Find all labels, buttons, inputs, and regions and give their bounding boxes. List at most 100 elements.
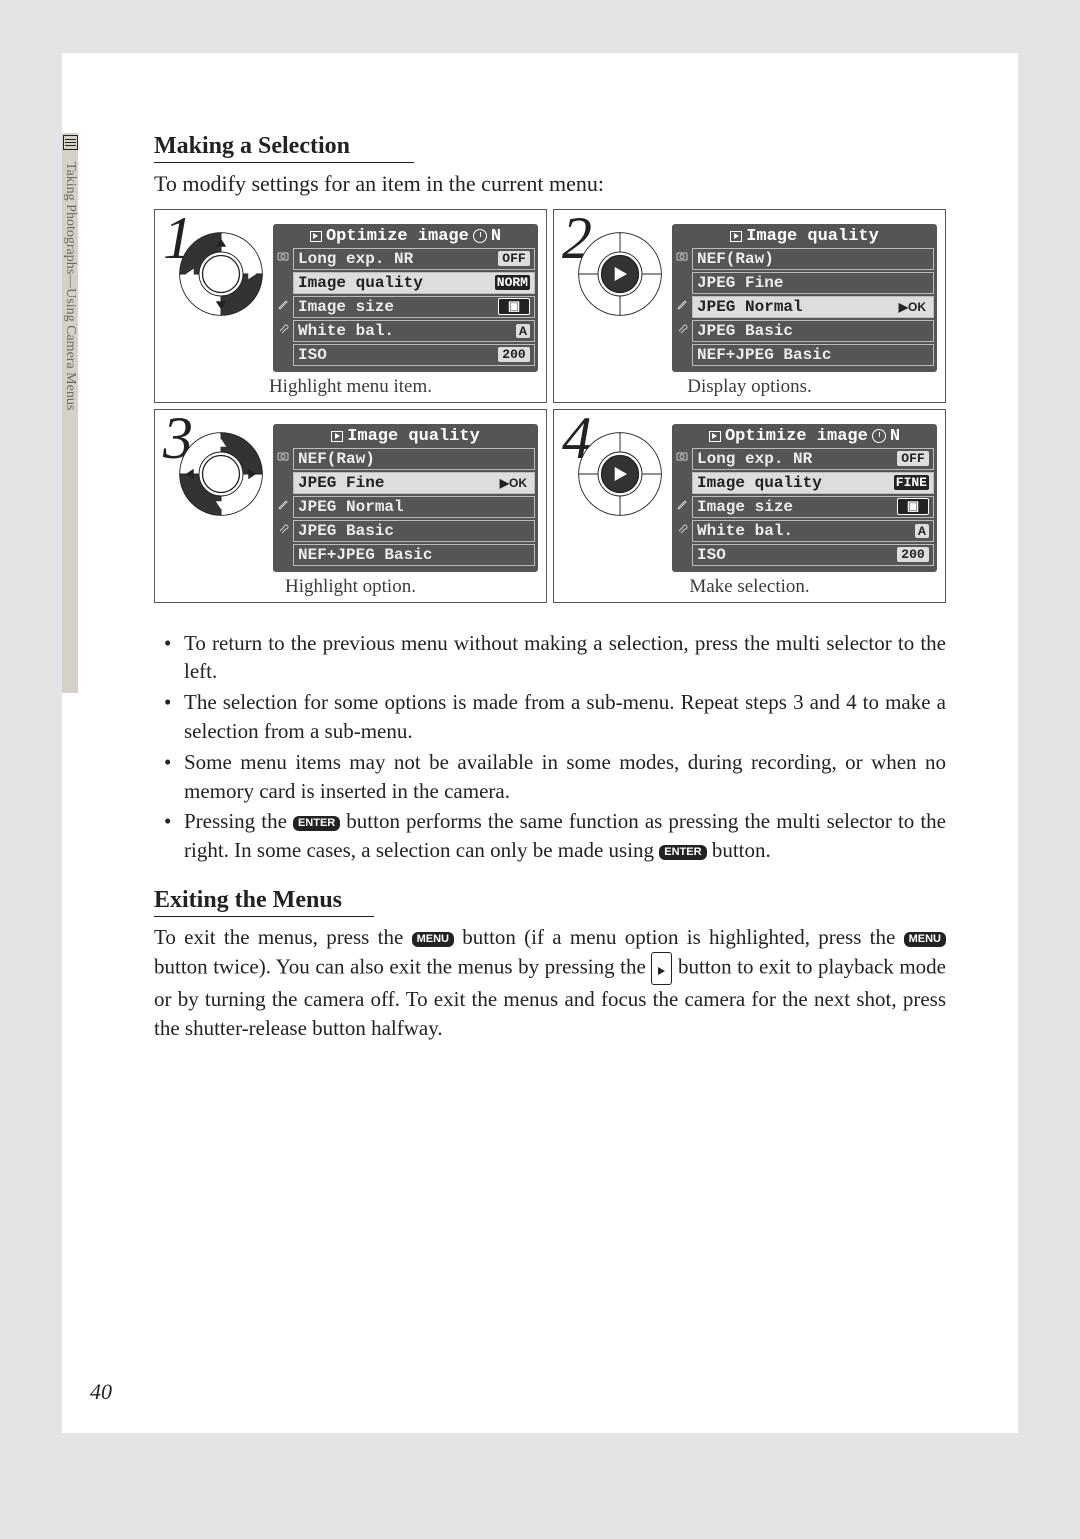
menu-item-label: Image qualityNORM [293,272,535,294]
menu-item-label: Image qualityFINE [692,472,934,494]
step-caption: Display options. [562,376,937,398]
timer-icon [473,229,487,243]
playback-button-icon [651,952,672,985]
exit-paragraph: To exit the menus, press the MENU button… [154,923,946,1043]
note-item: The selection for some options is made f… [154,688,946,746]
value-badge: 200 [498,347,530,362]
menu-button-icon: MENU [904,932,946,947]
blank-icon [276,544,290,561]
note-item: Some menu items may not be available in … [154,748,946,806]
menu-row: JPEG Basic [675,320,934,342]
note-item: Pressing the ENTER button performs the s… [154,807,946,865]
playback-icon [310,231,322,242]
menu-item-label: NEF(Raw) [293,448,535,470]
timer-icon [872,429,886,443]
step-3: 3 Image quality NEF(Raw) [154,409,547,603]
menu-item-label: NEF+JPEG Basic [692,344,934,366]
menu-item-label: NEF+JPEG Basic [293,544,535,566]
lcd-title: Optimize imageN [276,227,535,246]
menu-item-label: JPEG Normal▶OK [692,296,934,318]
blank-icon [675,544,689,561]
camera-icon [675,248,689,265]
playback-icon [331,431,343,442]
menu-row: JPEG Normal [276,496,535,518]
lcd-title: Image quality [675,227,934,246]
wrench-icon [276,320,290,337]
menu-row: JPEG Normal▶OK [675,296,934,318]
menu-item-label: JPEG Fine [692,272,934,294]
pencil-icon [675,296,689,313]
lcd-title: Optimize imageN [675,427,934,446]
menu-row: Image size▣ [675,496,934,518]
blank-icon [276,344,290,361]
value-badge: ▣ [498,298,530,315]
wrench-icon [675,320,689,337]
menu-row: White bal.A [675,520,934,542]
lcd-screen: Image quality NEF(Raw) JPEG Fine▶OK JPEG… [273,424,538,572]
blank-icon [675,344,689,361]
menu-item-label: ISO200 [692,544,934,566]
heading-rule [154,162,414,163]
lcd-screen: Optimize imageN Long exp. NROFF Image qu… [672,424,937,572]
pencil-icon [276,496,290,513]
menu-item-label: White bal.A [293,320,535,342]
menu-row: ISO200 [675,544,934,566]
pencil-icon [276,296,290,313]
menu-row: JPEG Fine▶OK [276,472,535,494]
blank-icon [276,472,290,489]
lcd-title: Image quality [276,427,535,446]
camera-icon [675,448,689,465]
menu-row: NEF(Raw) [675,248,934,270]
multi-selector-icon [576,230,664,318]
step-caption: Make selection. [562,576,937,598]
blank-icon [276,272,290,289]
note-item: To return to the previous menu without m… [154,629,946,687]
playback-icon [709,431,721,442]
value-badge: NORM [495,275,530,290]
menu-row: ISO200 [276,344,535,366]
wrench-icon [675,520,689,537]
menu-row: JPEG Fine [675,272,934,294]
menu-item-label: JPEG Basic [692,320,934,342]
menu-row: NEF+JPEG Basic [276,544,535,566]
camera-icon [276,448,290,465]
menu-item-label: ISO200 [293,344,535,366]
step-4: 4 Optimize imageN Long exp. NROFF [553,409,946,603]
heading-rule [154,916,374,917]
blank-icon [675,272,689,289]
ok-indicator: ▶OK [497,476,530,490]
menu-row: Image size▣ [276,296,535,318]
menu-row: NEF+JPEG Basic [675,344,934,366]
step-caption: Highlight option. [163,576,538,598]
step-caption: Highlight menu item. [163,376,538,398]
menu-row: NEF(Raw) [276,448,535,470]
value-badge: A [516,324,530,338]
camera-icon [276,248,290,265]
lcd-screen: Optimize imageN Long exp. NROFF Image qu… [273,224,538,372]
lcd-screen: Image quality NEF(Raw) JPEG Fine JPEG No… [672,224,937,372]
ok-indicator: ▶OK [896,300,929,314]
menu-row: White bal.A [276,320,535,342]
intro-text: To modify settings for an item in the cu… [154,169,946,199]
multi-selector-icon [177,430,265,518]
heading-making-selection: Making a Selection [154,133,946,160]
value-badge: ▣ [897,498,929,515]
heading-exiting-menus: Exiting the Menus [154,887,946,914]
section-tab: Taking Photographs—Using Camera Menus [62,133,78,693]
menu-item-label: JPEG Fine▶OK [293,472,535,494]
page-number: 40 [90,1379,112,1405]
value-badge: FINE [894,475,929,490]
menu-button-icon: MENU [412,932,454,947]
steps-grid: 1 Optimize imageN Long e [154,209,946,603]
menu-item-label: Long exp. NROFF [293,248,535,270]
menu-row: Image qualityFINE [675,472,934,494]
menu-item-label: Long exp. NROFF [692,448,934,470]
blank-icon [675,472,689,489]
enter-button-icon: ENTER [659,845,706,860]
menu-item-label: Image size▣ [692,496,934,518]
value-badge: OFF [897,451,929,466]
menu-item-label: JPEG Normal [293,496,535,518]
menu-row: JPEG Basic [276,520,535,542]
menu-row: Image qualityNORM [276,272,535,294]
menu-item-label: JPEG Basic [293,520,535,542]
